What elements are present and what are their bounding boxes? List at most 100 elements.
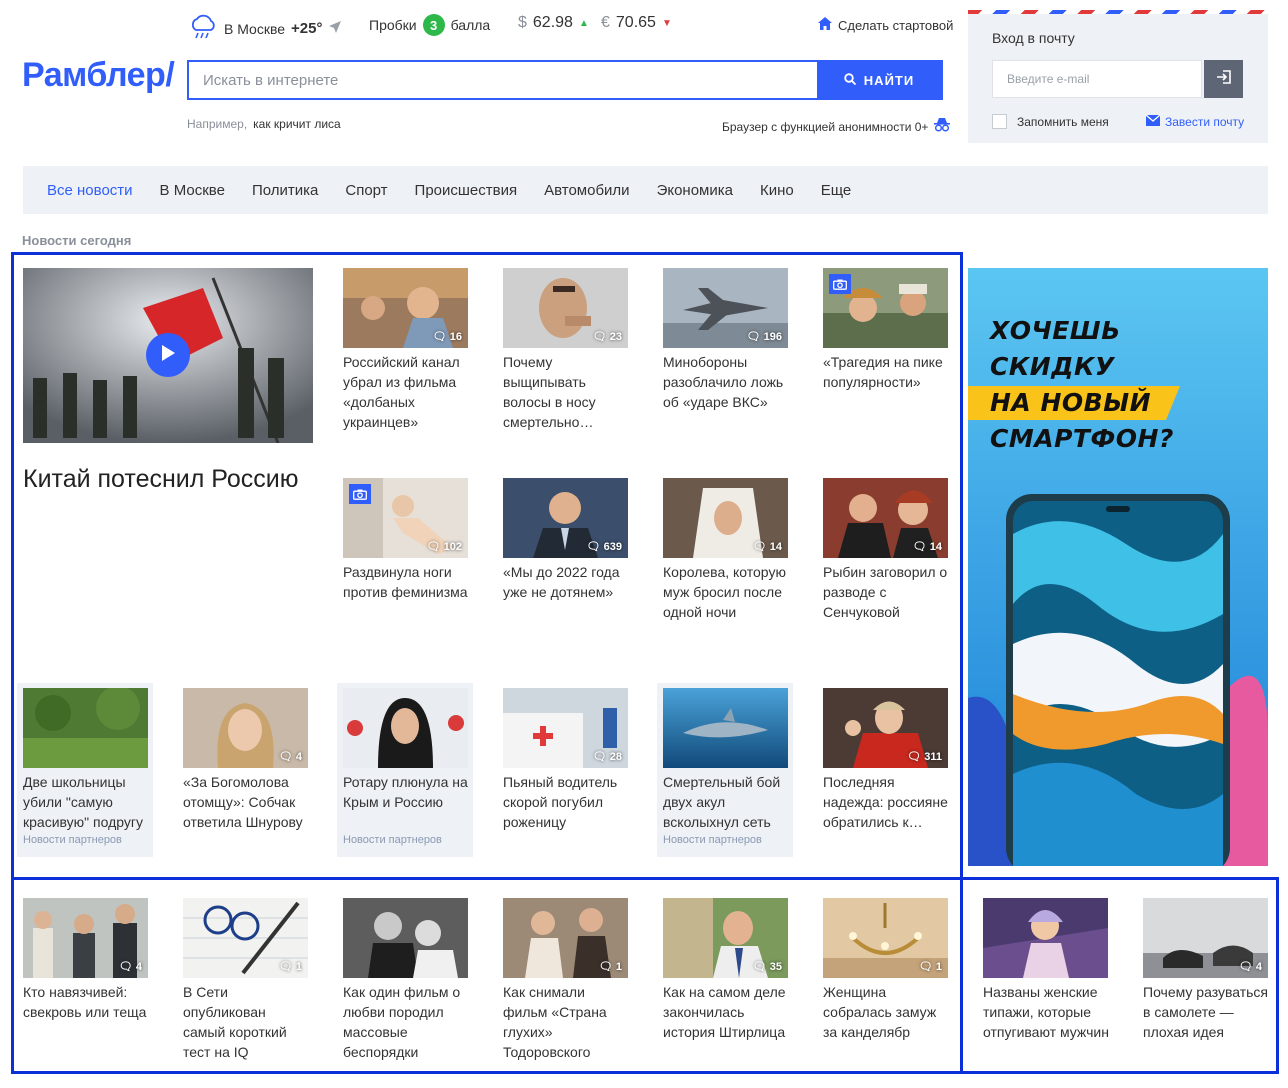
news-card-title[interactable]: Две школьницы убили "самую красивую" под… bbox=[23, 772, 151, 832]
comment-count: 🗨 28 bbox=[592, 750, 622, 764]
news-card-title[interactable]: Кто навязчивей: свекровь или теща bbox=[23, 982, 151, 1022]
news-card-image[interactable]: 🗨 14 bbox=[823, 478, 948, 558]
traffic-score-badge: 3 bbox=[422, 14, 445, 36]
comment-icon: 🗨 bbox=[278, 961, 293, 973]
weather-widget[interactable]: В Москве +25° bbox=[188, 14, 342, 43]
news-card-image[interactable]: 🗨 1 bbox=[183, 898, 308, 978]
ad-banner[interactable]: ХОЧЕШЬ СКИДКУ НА НОВЫЙ СМАРТФОН? bbox=[968, 268, 1268, 866]
news-card-title[interactable]: Раздвинула ноги против феминизма bbox=[343, 562, 471, 602]
ad-line: ХОЧЕШЬ bbox=[990, 316, 1121, 345]
nav-item-politics[interactable]: Политика bbox=[252, 182, 318, 199]
email-input[interactable] bbox=[992, 60, 1202, 98]
example-query-link[interactable]: как кричит лиса bbox=[253, 117, 341, 131]
play-button[interactable] bbox=[146, 333, 190, 377]
nav-item-auto[interactable]: Автомобили bbox=[544, 182, 629, 199]
login-title: Вход в почту bbox=[992, 30, 1075, 46]
usd-rate[interactable]: $ 62.98 ▲ bbox=[518, 14, 589, 32]
anon-browser-link[interactable]: Браузер с функцией анонимности 0+ bbox=[722, 118, 951, 135]
hero-title[interactable]: Китай потеснил Россию bbox=[23, 462, 313, 497]
news-card-image[interactable] bbox=[343, 688, 468, 768]
news-card-title[interactable]: Почему разуваться в самолете — плохая ид… bbox=[1143, 982, 1271, 1042]
news-card-title[interactable]: «Трагедия на пике популярности» bbox=[823, 352, 951, 392]
news-card-image[interactable]: 🗨 14 bbox=[663, 478, 788, 558]
nav-item-cinema[interactable]: Кино bbox=[760, 182, 794, 199]
news-card-title[interactable]: «Мы до 2022 года уже не дотянем» bbox=[503, 562, 631, 602]
news-card-title[interactable]: Смертельный бой двух акул всколыхнул сет… bbox=[663, 772, 791, 832]
news-card-image[interactable]: 🗨 1 bbox=[503, 898, 628, 978]
search-button[interactable]: НАЙТИ bbox=[817, 62, 941, 98]
news-card-image[interactable]: 🗨 4 bbox=[23, 898, 148, 978]
news-card-title[interactable]: Последняя надежда: россияне обратились к… bbox=[823, 772, 951, 832]
usd-value: 62.98 bbox=[532, 14, 573, 31]
nav-item-all-news[interactable]: Все новости bbox=[47, 182, 133, 199]
eur-symbol: € bbox=[601, 14, 610, 31]
news-card-title[interactable]: Женщина собралась замуж за канделябр bbox=[823, 982, 951, 1042]
comment-icon: 🗨 bbox=[592, 331, 607, 343]
news-card-image[interactable]: 🗨 4 bbox=[1143, 898, 1268, 978]
news-card-title[interactable]: Названы женские типажи, которые отпугива… bbox=[983, 982, 1111, 1042]
news-card-image[interactable]: 🗨 16 bbox=[343, 268, 468, 348]
search-icon bbox=[844, 72, 856, 88]
news-card-title[interactable]: Как снимали фильм «Страна глухих» Тодоро… bbox=[503, 982, 631, 1062]
rambler-logo[interactable]: Рамблер/ bbox=[22, 56, 175, 95]
news-card-title[interactable]: Как на самом деле закончилась история Шт… bbox=[663, 982, 791, 1042]
news-card-title[interactable]: «За Богомолова отомщу»: Собчак ответила … bbox=[183, 772, 311, 832]
news-card-title[interactable]: В Сети опубликован самый короткий тест н… bbox=[183, 982, 311, 1062]
create-mail-link[interactable]: Завести почту bbox=[1145, 114, 1244, 129]
comment-icon: 🗨 bbox=[432, 331, 447, 343]
news-card-title[interactable]: Почему выщипывать волосы в носу смертель… bbox=[503, 352, 631, 432]
search-input[interactable] bbox=[189, 62, 817, 98]
nav-item-incidents[interactable]: Происшествия bbox=[415, 182, 518, 199]
traffic-label: Пробки bbox=[369, 17, 417, 33]
news-card-image[interactable] bbox=[23, 688, 148, 768]
news-card-image[interactable]: 🗨 196 bbox=[663, 268, 788, 348]
news-card-image[interactable]: 🗨 35 bbox=[663, 898, 788, 978]
camera-icon bbox=[349, 484, 371, 504]
comment-count: 🗨 4 bbox=[278, 750, 302, 764]
news-card-image[interactable]: 🗨 102 bbox=[343, 478, 468, 558]
usd-symbol: $ bbox=[518, 14, 527, 31]
eur-rate[interactable]: € 70.65 ▼ bbox=[601, 14, 672, 32]
comment-icon: 🗨 bbox=[918, 961, 933, 973]
news-card-image[interactable] bbox=[823, 268, 948, 348]
comment-count: 🗨 1 bbox=[918, 960, 942, 974]
traffic-widget[interactable]: Пробки 3 балла bbox=[369, 14, 490, 36]
ad-line: СМАРТФОН? bbox=[990, 424, 1174, 453]
nav-item-sport[interactable]: Спорт bbox=[345, 182, 387, 199]
make-start-link[interactable]: Сделать стартовой bbox=[818, 17, 953, 33]
news-card-title[interactable]: Рыбин заговорил о разводе с Сенчуковой bbox=[823, 562, 951, 622]
weather-temp: +25° bbox=[291, 20, 323, 37]
nav-item-moscow[interactable]: В Москве bbox=[160, 182, 225, 199]
ad-line: НА НОВЫЙ bbox=[990, 388, 1152, 417]
news-card-image[interactable] bbox=[983, 898, 1108, 978]
remember-me[interactable]: Запомнить меня bbox=[992, 114, 1109, 129]
news-card-title[interactable]: Российский канал убрал из фильма «долбан… bbox=[343, 352, 471, 432]
news-card-image[interactable]: 🗨 23 bbox=[503, 268, 628, 348]
news-block-outline bbox=[11, 1071, 1279, 1074]
news-card-image[interactable] bbox=[343, 898, 468, 978]
nav-item-more[interactable]: Еще bbox=[821, 182, 852, 199]
news-card-title[interactable]: Королева, которую муж бросил после одной… bbox=[663, 562, 791, 622]
login-button[interactable] bbox=[1204, 60, 1243, 98]
news-card-image[interactable]: 🗨 4 bbox=[183, 688, 308, 768]
news-card-image[interactable] bbox=[663, 688, 788, 768]
comment-icon: 🗨 bbox=[278, 751, 293, 763]
news-card-title[interactable]: Пьяный водитель скорой погубил роженицу bbox=[503, 772, 631, 832]
smartphone-image bbox=[1006, 494, 1230, 866]
search-bar: НАЙТИ bbox=[187, 60, 943, 100]
news-card-image[interactable]: 🗨 311 bbox=[823, 688, 948, 768]
comment-count: 🗨 102 bbox=[426, 540, 462, 554]
comment-icon: 🗨 bbox=[752, 541, 767, 553]
nav-item-economy[interactable]: Экономика bbox=[657, 182, 733, 199]
news-card-image[interactable]: 🗨 639 bbox=[503, 478, 628, 558]
example-label: Например, bbox=[187, 117, 248, 131]
news-card-title[interactable]: Ротару плюнула на Крым и Россию bbox=[343, 772, 471, 812]
news-card-title[interactable]: Как один фильм о любви породил массовые … bbox=[343, 982, 471, 1062]
search-button-label: НАЙТИ bbox=[863, 72, 915, 88]
comment-icon: 🗨 bbox=[912, 541, 927, 553]
remember-checkbox[interactable] bbox=[992, 114, 1007, 129]
comment-icon: 🗨 bbox=[426, 541, 441, 553]
news-card-title[interactable]: Минобороны разоблачило ложь об «ударе ВК… bbox=[663, 352, 791, 412]
news-card-image[interactable]: 🗨 1 bbox=[823, 898, 948, 978]
news-card-image[interactable]: 🗨 28 bbox=[503, 688, 628, 768]
